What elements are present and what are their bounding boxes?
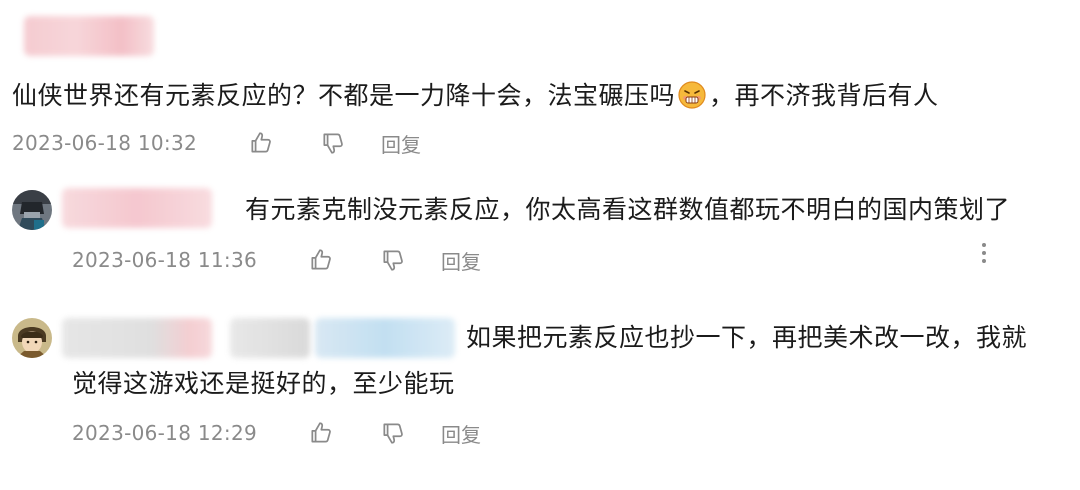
comment-text-part1: 仙侠世界还有元素反应的？不都是一力降十会，法宝碾压吗: [12, 81, 676, 110]
username-blurred: [62, 188, 212, 228]
comment-text-line1: 如果把元素反应也抄一下，再把美术改一改，我就: [466, 323, 1028, 352]
dislike-button[interactable]: [379, 246, 407, 274]
like-button[interactable]: [247, 129, 275, 157]
comment-text-part2: ，再不济我背后有人: [709, 81, 939, 110]
username-blurred: [315, 318, 455, 358]
reply-button[interactable]: 回复: [441, 419, 481, 448]
like-button[interactable]: [307, 246, 335, 274]
avatar[interactable]: [12, 190, 52, 230]
thumbs-down-icon: [383, 423, 403, 444]
more-vertical-icon[interactable]: [981, 242, 987, 264]
comment-text: 仙侠世界还有元素反应的？不都是一力降十会，法宝碾压吗 ，再不济我背后有人: [12, 74, 939, 118]
comment-meta: 2023-06-18 10:32 回复: [12, 128, 421, 158]
username-blurred: [230, 318, 310, 358]
comment-meta: 2023-06-18 11:36 回复: [72, 245, 481, 275]
thumbs-down-icon: [323, 133, 343, 154]
avatar-image: [12, 318, 52, 358]
comment-text-line2: 觉得这游戏还是挺好的，至少能玩: [72, 369, 455, 398]
reply-button[interactable]: 回复: [441, 246, 481, 275]
avatar-image: [12, 190, 52, 230]
dislike-button[interactable]: [379, 419, 407, 447]
comment-text: 有元素克制没元素反应，你太高看这群数值都玩不明白的国内策划了: [245, 195, 1011, 224]
username-blurred: [24, 16, 154, 56]
dislike-button[interactable]: [319, 129, 347, 157]
avatar[interactable]: [12, 318, 52, 358]
like-button[interactable]: [307, 419, 335, 447]
username-blurred: [62, 318, 212, 358]
reply-button[interactable]: 回复: [381, 129, 421, 158]
timestamp: 2023-06-18 12:29: [72, 421, 258, 445]
grimace-emoji-icon: [678, 81, 706, 109]
thumbs-up-icon: [251, 132, 271, 153]
thumbs-up-icon: [311, 422, 331, 443]
thumbs-down-icon: [383, 250, 403, 271]
thumbs-up-icon: [311, 249, 331, 270]
timestamp: 2023-06-18 11:36: [72, 248, 258, 272]
comment-meta: 2023-06-18 12:29 回复: [72, 418, 481, 448]
timestamp: 2023-06-18 10:32: [12, 131, 198, 155]
